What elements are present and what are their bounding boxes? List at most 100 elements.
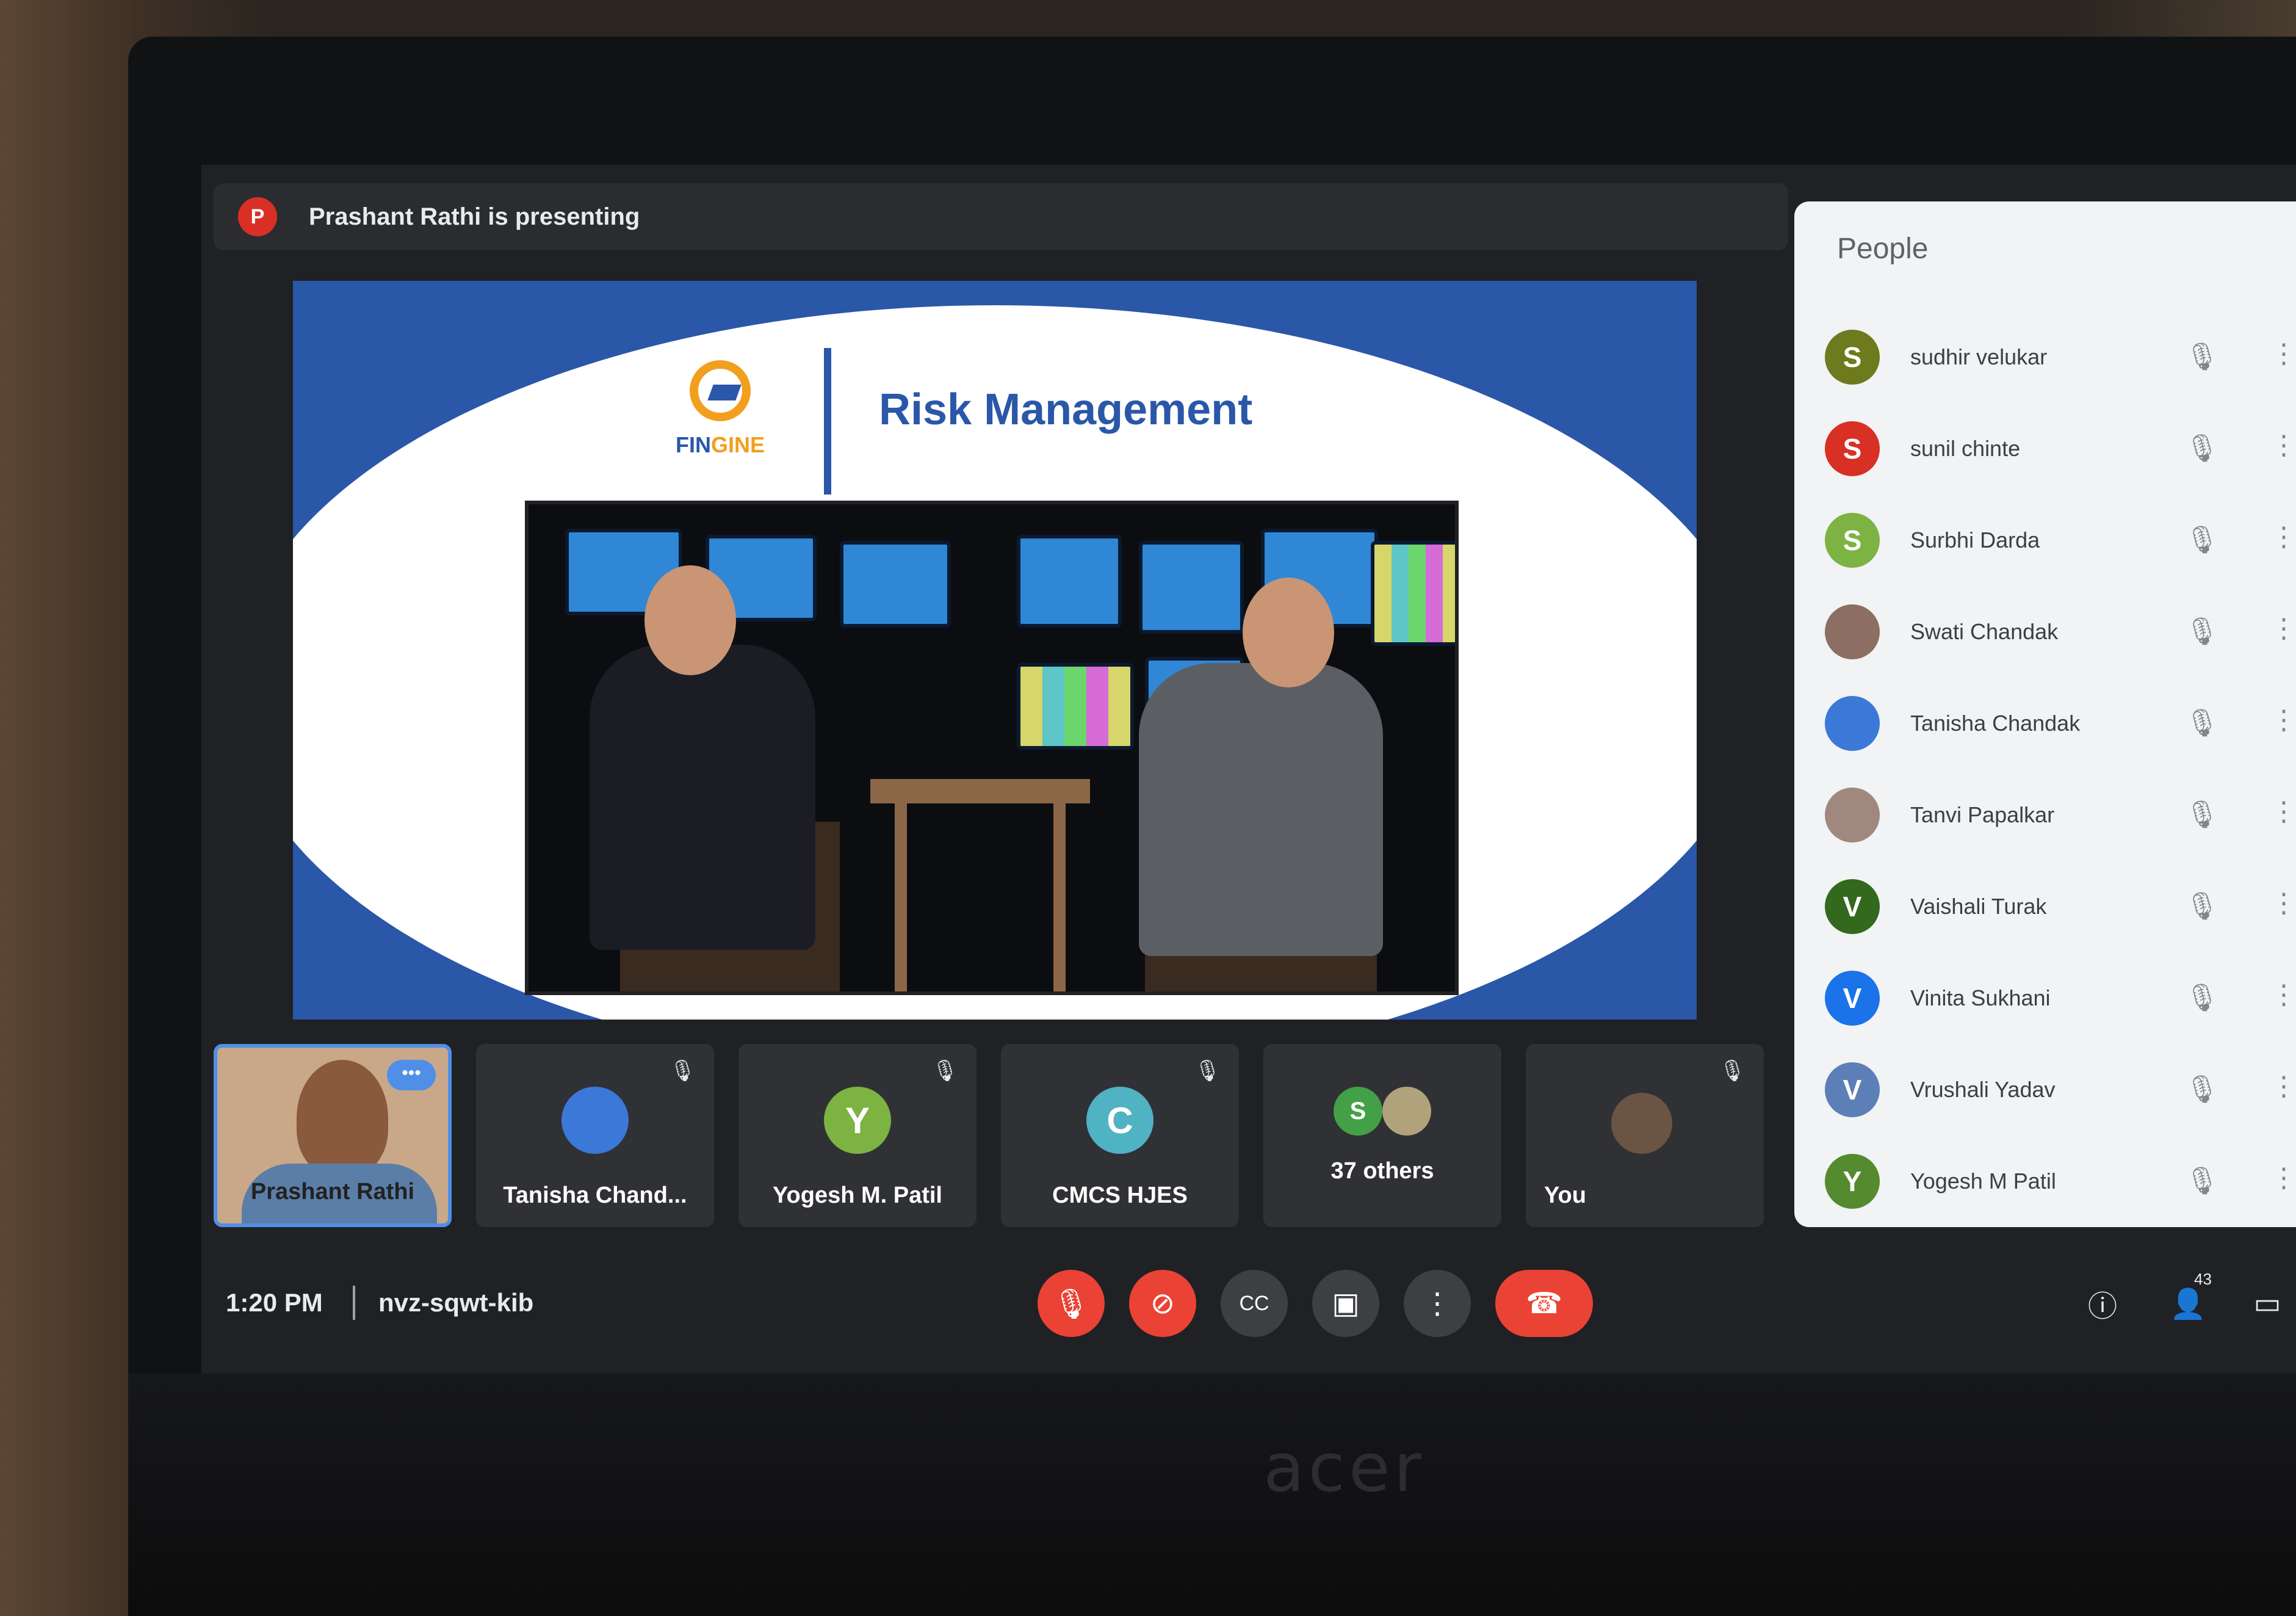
people-name: Swati Chandak	[1910, 619, 2059, 644]
mic-off-icon: 🎙	[2185, 891, 2219, 921]
slide-title: Risk Management	[879, 385, 1253, 434]
mic-off-icon: 🎙	[2185, 617, 2219, 647]
more-options-icon[interactable]: ⋮	[2270, 1071, 2296, 1102]
left-person-head	[644, 565, 736, 675]
presenter-avatar-icon: P	[238, 197, 277, 236]
tile-presenter[interactable]: ••• Prashant Rathi	[214, 1044, 452, 1227]
leave-call-button[interactable]: ☎	[1495, 1270, 1593, 1337]
more-options-icon[interactable]: ⋮	[2270, 705, 2296, 736]
avatar: S	[1334, 1087, 1382, 1136]
avatar-photo	[1825, 696, 1880, 751]
mic-toggle-button[interactable]: 🎙	[1038, 1270, 1105, 1337]
meeting-controls-bar: 1:20 PM nvz-sqwt-kib 🎙 ⊘ CC ▣ ⋮ ☎ ⓘ 👤 43…	[201, 1258, 2296, 1349]
people-row[interactable]: S sunil chinte 🎙 ⋮	[1794, 403, 2296, 495]
tile-name: Yogesh M. Patil	[772, 1183, 942, 1208]
avatar: V	[1825, 879, 1880, 934]
more-options-button[interactable]: ⋮	[1404, 1270, 1471, 1337]
avatar	[561, 1087, 629, 1154]
presenting-text: Prashant Rathi is presenting	[309, 203, 640, 230]
people-name: Tanvi Papalkar	[1910, 802, 2055, 827]
people-row[interactable]: V Vrushali Yadav 🎙 ⋮	[1794, 1044, 2296, 1136]
tile-self[interactable]: 🎙 You	[1526, 1044, 1764, 1227]
camera-toggle-button[interactable]: ⊘	[1129, 1270, 1196, 1337]
chat-icon[interactable]: ▭	[2246, 1282, 2289, 1325]
people-row[interactable]: S Surbhi Darda 🎙 ⋮	[1794, 495, 2296, 586]
mic-off-icon: 🎙	[2185, 342, 2219, 372]
people-row[interactable]: V Vaishali Turak 🎙 ⋮	[1794, 861, 2296, 952]
fingine-gear-icon	[690, 360, 751, 421]
separator	[353, 1286, 355, 1320]
people-row[interactable]: Tanvi Papalkar 🎙 ⋮	[1794, 769, 2296, 861]
mic-off-icon: 🎙	[2185, 983, 2219, 1013]
more-options-icon[interactable]: ⋮	[2270, 1162, 2296, 1194]
people-row[interactable]: Swati Chandak 🎙 ⋮	[1794, 586, 2296, 678]
mic-off-icon: 🎙	[931, 1059, 958, 1082]
avatar: V	[1825, 1062, 1880, 1117]
table-leg	[1053, 803, 1066, 991]
fingine-logo: FINGINE	[659, 360, 781, 482]
right-person	[1139, 663, 1383, 956]
mic-off-icon: 🎙	[2185, 433, 2219, 463]
fingine-logo-text: FINGINE	[675, 432, 765, 457]
more-options-icon[interactable]: ⋮	[2270, 521, 2296, 553]
avatar: V	[1825, 971, 1880, 1026]
table-top	[870, 779, 1090, 803]
more-options-icon[interactable]: ⋮	[2270, 338, 2296, 369]
people-row[interactable]: Tanisha Chandak 🎙 ⋮	[1794, 678, 2296, 769]
people-name: Vrushali Yadav	[1910, 1077, 2056, 1102]
tv-screen	[840, 541, 951, 628]
tile-participant[interactable]: 🎙 C CMCS HJES	[1001, 1044, 1239, 1227]
slide-divider	[824, 348, 831, 495]
mic-off-icon: 🎙	[1194, 1059, 1221, 1082]
slide-video-image	[525, 501, 1459, 995]
presenter-face	[297, 1060, 388, 1176]
people-name: Yogesh M Patil	[1910, 1169, 2056, 1194]
more-options-icon[interactable]: ⋮	[2270, 888, 2296, 919]
more-options-icon[interactable]: ⋮	[2270, 613, 2296, 644]
table-leg	[895, 803, 907, 991]
tv-screen	[1017, 663, 1134, 750]
more-options-icon[interactable]: ⋮	[2270, 979, 2296, 1010]
more-options-icon[interactable]: •••	[387, 1060, 436, 1090]
people-name: Surbhi Darda	[1910, 527, 2040, 553]
meeting-code: nvz-sqwt-kib	[378, 1288, 534, 1317]
tile-participant[interactable]: 🎙 Tanisha Chand...	[476, 1044, 714, 1227]
people-panel: People S sudhir velukar 🎙 ⋮ S sunil chin…	[1794, 201, 2296, 1227]
avatar: S	[1825, 330, 1880, 385]
tile-name: You	[1544, 1183, 1586, 1208]
shared-slide: FINGINE Risk Management	[293, 281, 1697, 1020]
people-row[interactable]: V Vinita Sukhani 🎙 ⋮	[1794, 952, 2296, 1044]
people-row[interactable]: S sudhir velukar 🎙 ⋮	[1794, 311, 2296, 403]
tile-name: Tanisha Chand...	[503, 1183, 687, 1208]
avatar-photo	[1382, 1087, 1431, 1136]
mic-off-icon: 🎙	[2185, 1074, 2219, 1104]
laptop-keyboard-deck: acer	[128, 1374, 2296, 1616]
tv-screen	[1371, 541, 1455, 646]
captions-button[interactable]: CC	[1221, 1270, 1288, 1337]
avatar-photo	[1825, 604, 1880, 659]
present-screen-button[interactable]: ▣	[1312, 1270, 1379, 1337]
avatar: S	[1825, 513, 1880, 568]
right-person-head	[1243, 578, 1334, 687]
tile-participant[interactable]: 🎙 Y Yogesh M. Patil	[738, 1044, 977, 1227]
people-name: sunil chinte	[1910, 436, 2021, 461]
people-panel-title: People	[1837, 233, 1929, 265]
more-options-icon[interactable]: ⋮	[2270, 796, 2296, 827]
tile-name: 37 others	[1330, 1158, 1434, 1184]
avatar-photo	[1825, 788, 1880, 842]
presenting-banner: P Prashant Rathi is presenting	[214, 183, 1788, 250]
tile-others[interactable]: S 37 others	[1263, 1044, 1501, 1227]
avatar: Y	[824, 1087, 891, 1154]
meeting-time: 1:20 PM	[226, 1288, 323, 1317]
avatar: C	[1086, 1087, 1153, 1154]
meeting-info-icon[interactable]: ⓘ	[2081, 1282, 2124, 1325]
mic-off-icon: 🎙	[2185, 525, 2219, 555]
people-name: sudhir velukar	[1910, 344, 2048, 369]
tile-name: CMCS HJES	[1052, 1183, 1188, 1208]
meet-window: P Prashant Rathi is presenting FINGINE R…	[201, 165, 2296, 1374]
people-row[interactable]: Y Yogesh M Patil 🎙 ⋮	[1794, 1136, 2296, 1227]
self-avatar-photo	[1611, 1093, 1672, 1154]
more-options-icon[interactable]: ⋮	[2270, 430, 2296, 461]
participant-count-badge: 43	[2194, 1270, 2212, 1288]
people-name: Vaishali Turak	[1910, 894, 2047, 919]
